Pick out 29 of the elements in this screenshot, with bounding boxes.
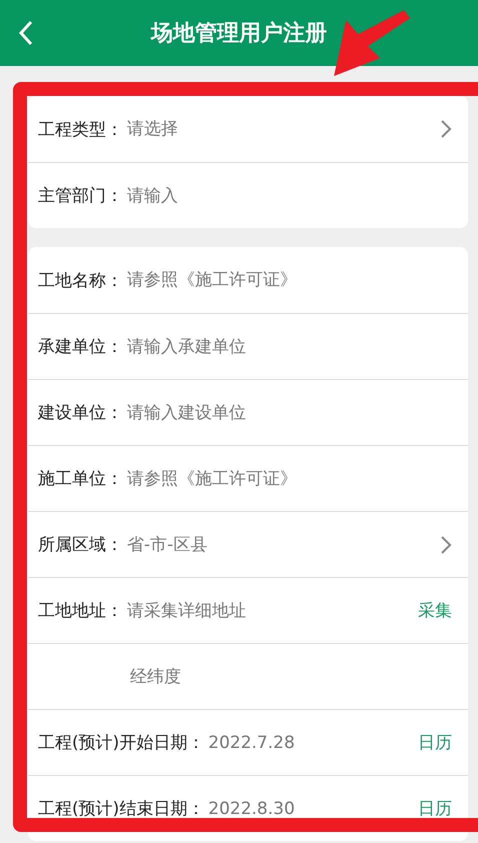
field-label: 施工单位：: [38, 468, 123, 490]
input-field[interactable]: 请输入承建单位: [123, 336, 452, 356]
field-label: 工地名称：: [38, 270, 123, 292]
action-link[interactable]: 日历: [418, 731, 452, 754]
input-field[interactable]: 请输入建设单位: [123, 402, 452, 422]
input-field[interactable]: 2022.8.30: [204, 798, 418, 818]
input-field[interactable]: 请选择: [123, 119, 440, 139]
field-label: 所属区域：: [38, 534, 123, 556]
action-link[interactable]: 采集: [418, 599, 452, 622]
field-label: 承建单位：: [38, 336, 123, 358]
chevron-right-icon: [440, 119, 452, 139]
input-field[interactable]: 请参照《施工许可证》: [123, 468, 452, 488]
field-label: 建设单位：: [38, 402, 123, 424]
field-label: 工程(预计)结束日期：: [38, 798, 204, 820]
field-label: 工程(预计)开始日期：: [38, 732, 204, 754]
input-field[interactable]: 经纬度: [126, 666, 452, 686]
input-field[interactable]: 请采集详细地址: [123, 600, 418, 620]
input-field[interactable]: 请参照《施工许可证》: [123, 270, 452, 290]
page-title: 场地管理用户注册: [151, 20, 327, 48]
input-field[interactable]: 省-市-区县: [123, 534, 440, 554]
field-label: 主管部门：: [38, 185, 123, 207]
input-field[interactable]: 请输入: [123, 186, 452, 206]
action-link[interactable]: 日历: [418, 797, 452, 820]
back-icon[interactable]: [18, 20, 34, 46]
chevron-right-icon: [440, 534, 452, 554]
field-label: 工程类型：: [38, 118, 123, 140]
field-label: 工地地址：: [38, 600, 123, 622]
annotation-arrow-icon: [332, 8, 412, 78]
input-field[interactable]: 2022.7.28: [204, 732, 418, 752]
